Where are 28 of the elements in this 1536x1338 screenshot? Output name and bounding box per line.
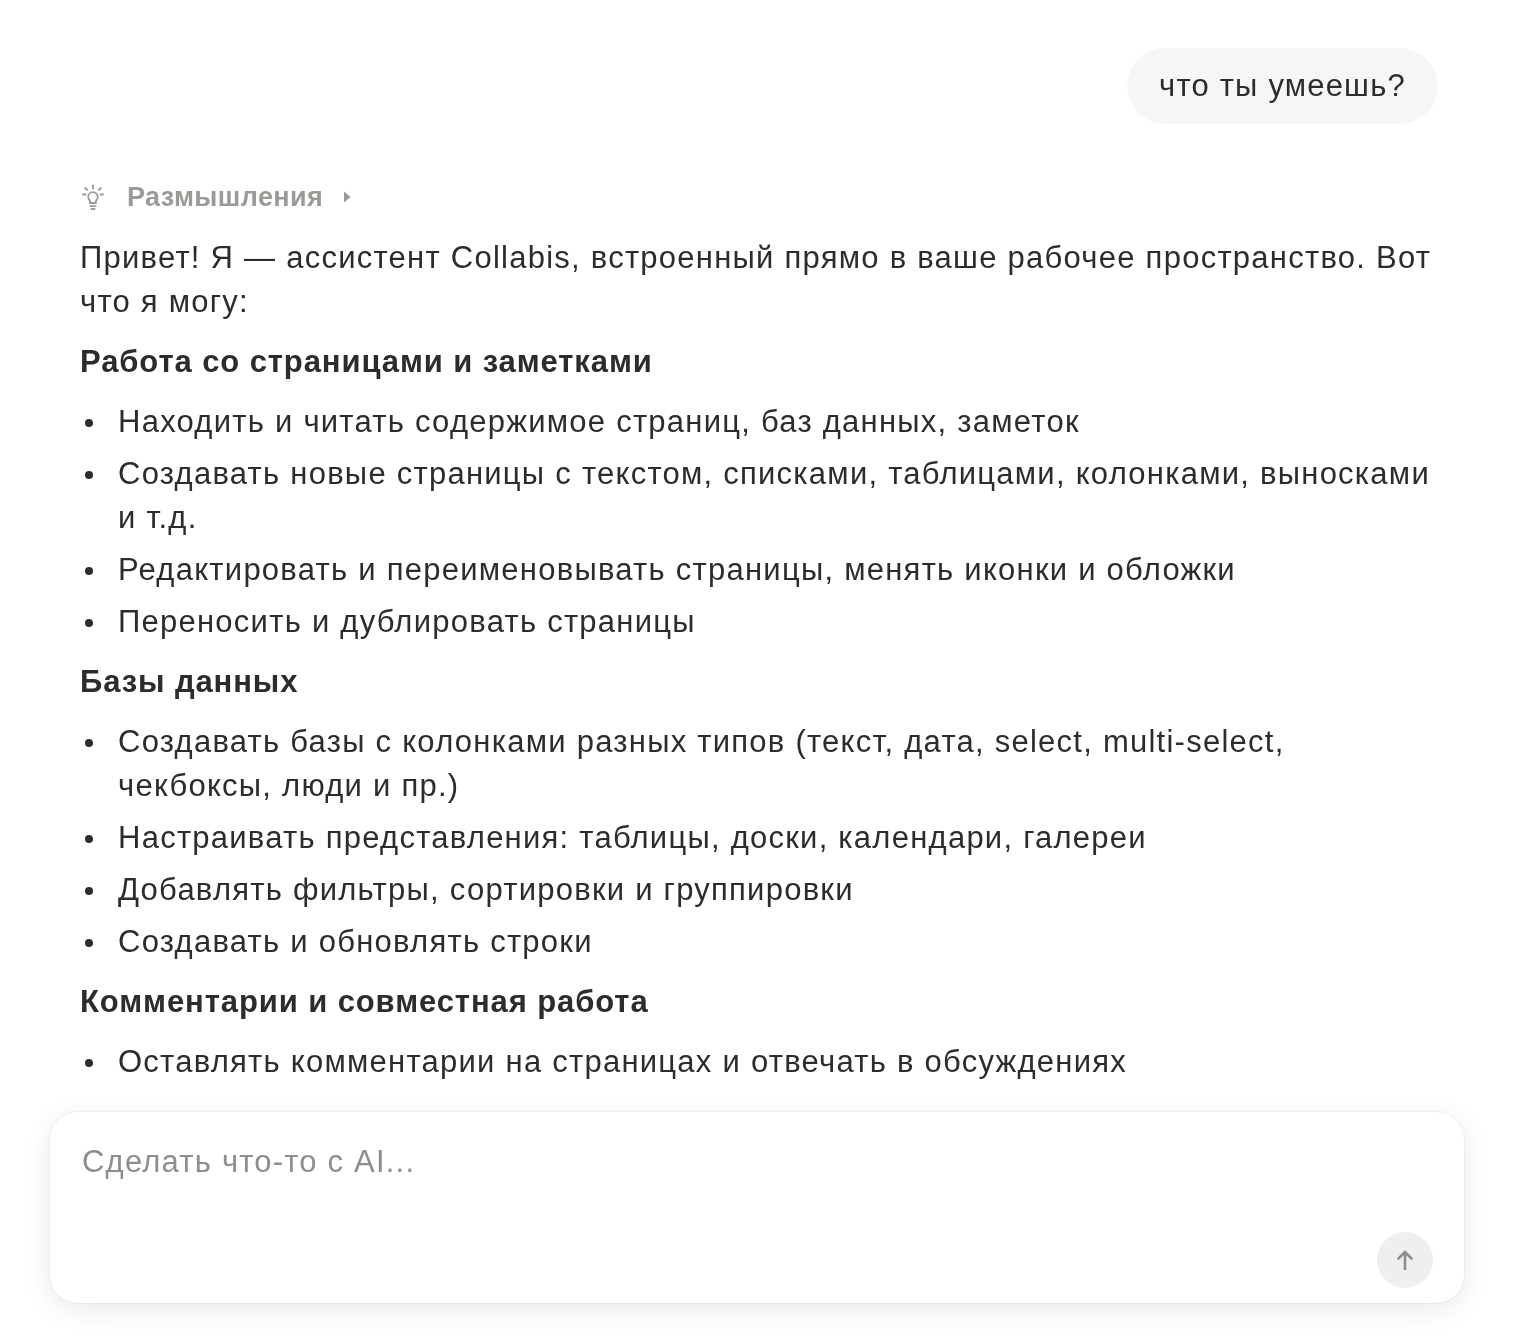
- list-item-text: Переносить и дублировать страницы: [118, 603, 696, 641]
- bullet-icon: [85, 835, 93, 843]
- bullet-icon: [85, 939, 93, 947]
- bullet-icon: [85, 619, 93, 627]
- list-item-text: Создавать новые страницы с текстом, списками, таблицами, колонками, выносками и т.д.: [118, 455, 1431, 537]
- section-heading: Базы данных: [80, 663, 300, 701]
- bullet-icon: [85, 471, 93, 479]
- bullet-icon: [85, 1059, 93, 1067]
- bullet-icon: [85, 887, 93, 895]
- bullet-icon: [85, 567, 93, 575]
- list-item-text: Настраивать представления: таблицы, доски, календари, галереи: [118, 819, 1147, 857]
- list-item-text: Находить и читать содержимое страниц, баз данных, заметок: [118, 403, 1080, 441]
- section-heading: Работа со страницами и заметками: [80, 343, 654, 381]
- message-input[interactable]: Сделать что-то с AI...: [82, 1144, 1432, 1216]
- bullet-icon: [85, 419, 93, 427]
- user-message-bubble: что ты умеешь?: [1127, 48, 1438, 124]
- list-item-text: Оставлять комментарии на страницах и отвечать в обсуждениях: [118, 1043, 1128, 1081]
- caret-icon[interactable]: [343, 191, 352, 203]
- thinking-toggle[interactable]: Размышления: [127, 182, 324, 212]
- list-item-text: Добавлять фильтры, сортировки и группировки: [118, 871, 854, 909]
- response-paragraph: Привет! Я — ассистент Collabis, встроенный прямо в ваше рабочее пространство. Вот что я могу:: [80, 239, 1433, 321]
- list-item-text: Создавать базы с колонками разных типов (текст, дата, select, multi-select, чекбоксы, люди и пр.): [118, 723, 1286, 805]
- section-heading: Комментарии и совместная работа: [80, 983, 650, 1021]
- bullet-icon: [85, 739, 93, 747]
- lightbulb-icon: [82, 184, 104, 210]
- arrow-up-icon: [1397, 1250, 1413, 1270]
- list-item-text: Редактировать и переименовывать страницы, менять иконки и обложки: [118, 551, 1236, 589]
- list-item-text: Создавать и обновлять строки: [118, 923, 593, 961]
